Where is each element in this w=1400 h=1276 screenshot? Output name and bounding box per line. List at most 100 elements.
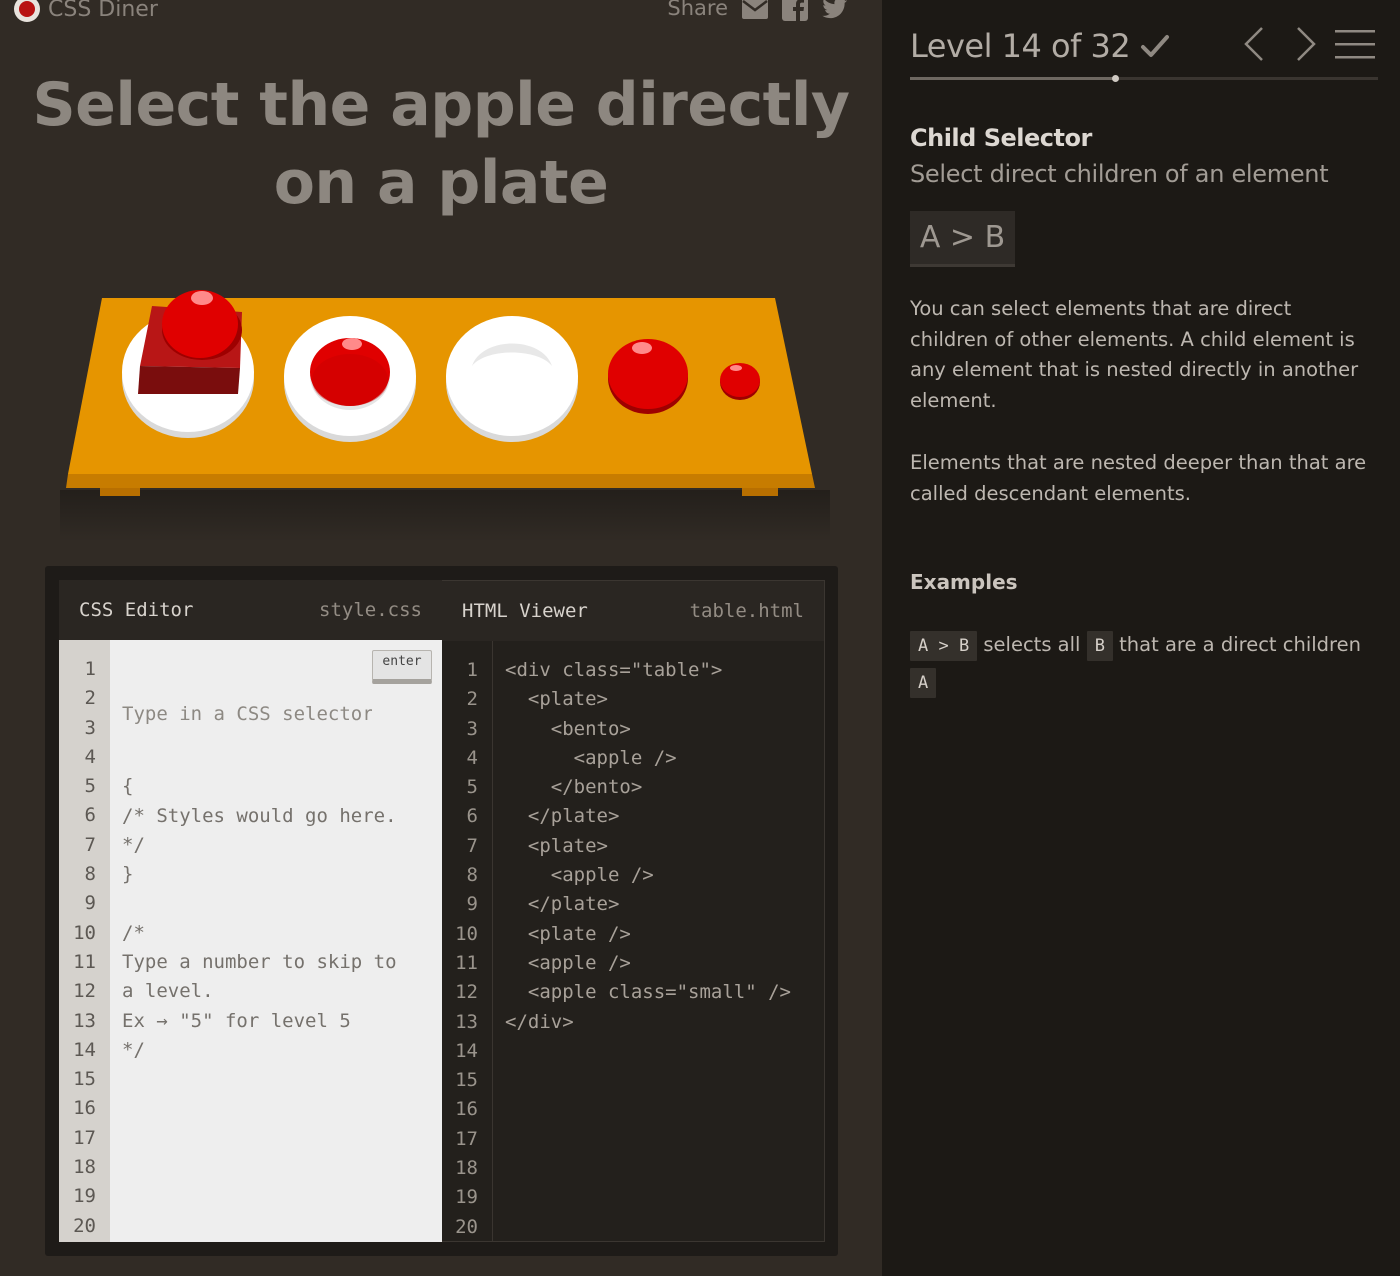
selector-name: Child Selector: [910, 124, 1092, 152]
css-line-numbers: 1 2 3 4 5 6 7 8 9 10 11 12 13 14 15 16 17 18 19 20: [59, 640, 110, 1242]
markup-line[interactable]: <apple class="small" />: [505, 978, 824, 1007]
game-area: CSS Diner Share Select the apple directl…: [0, 0, 882, 1276]
css-code: {/* Styles would go here. */} /* Type a num…: [110, 640, 442, 1242]
line-number: 11: [73, 950, 96, 973]
code-line: }: [122, 863, 134, 886]
example-text: that are a direct children: [1119, 633, 1362, 656]
markup-line[interactable]: <bento>: [505, 715, 824, 744]
css-editor-title: CSS Editor: [79, 599, 194, 621]
line-number: 2: [466, 688, 478, 711]
line-number: 20: [455, 1215, 478, 1238]
html-viewer-filename: table.html: [689, 600, 804, 622]
code-line: /* Styles would go here.: [122, 804, 397, 827]
markup-line[interactable]: </bento>: [505, 773, 824, 802]
markup-line[interactable]: [505, 1066, 824, 1095]
line-number: 17: [73, 1126, 96, 1149]
line-number: 8: [84, 863, 96, 886]
selector-title: Select direct children of an element: [910, 160, 1329, 188]
line-number: 7: [466, 834, 478, 857]
markup-line[interactable]: [505, 1037, 824, 1066]
markup-line[interactable]: </plate>: [505, 802, 824, 831]
example-code: A > B: [910, 630, 978, 661]
line-number: 12: [455, 981, 478, 1004]
html-viewer-header: HTML Viewer table.html: [442, 581, 824, 641]
markup-line[interactable]: </div>: [505, 1008, 824, 1037]
line-number: 19: [73, 1185, 96, 1208]
line-number: 4: [466, 746, 478, 769]
line-number: 10: [455, 922, 478, 945]
app-logo[interactable]: CSS Diner: [14, 0, 158, 24]
markup-line[interactable]: <plate>: [505, 685, 824, 714]
level-header: Level 14 of 32: [910, 24, 1382, 68]
markup-line[interactable]: [505, 1095, 824, 1124]
css-editor: CSS Editor style.css 1 2 3 4 5 6 7 8 9 10 11 12 13 14…: [59, 580, 442, 1242]
line-number: 2: [84, 687, 96, 710]
line-number: 3: [466, 717, 478, 740]
level-progress-marker: [1111, 75, 1119, 82]
example-code: B: [1086, 630, 1113, 661]
html-line-numbers: 1 2 3 4 5 6 7 8 9 10 11 12 13 14 15 16 17 18 19 20: [442, 641, 493, 1241]
markup-line[interactable]: [505, 1213, 824, 1242]
line-number: 14: [73, 1038, 96, 1061]
line-number: 1: [466, 659, 478, 681]
css-selector-input[interactable]: [122, 699, 372, 729]
chevron-left-icon[interactable]: [1240, 24, 1268, 64]
plate-with-bento[interactable]: [122, 286, 258, 446]
markup-line[interactable]: <apple />: [505, 744, 824, 773]
mail-icon[interactable]: [742, 0, 768, 21]
line-number: 5: [466, 776, 478, 799]
level-sidebar: Level 14 of 32 Child Selector Select dir…: [882, 0, 1400, 1276]
share-label: Share: [667, 0, 728, 20]
css-editor-header: CSS Editor style.css: [59, 580, 442, 640]
level-progress-fill: [910, 77, 1115, 80]
line-number: 18: [455, 1157, 478, 1180]
plate-empty[interactable]: [446, 314, 582, 444]
plate-with-apple[interactable]: [284, 314, 420, 444]
code-line: /*: [122, 921, 145, 944]
line-number: 13: [73, 1009, 96, 1032]
apple[interactable]: [606, 336, 690, 416]
markup-line[interactable]: [505, 1125, 824, 1154]
selector-hint: You can select elements that are direct …: [910, 297, 1359, 413]
chevron-right-icon[interactable]: [1292, 24, 1320, 64]
app-name: CSS Diner: [48, 0, 158, 22]
editor-panel: CSS Editor style.css 1 2 3 4 5 6 7 8 9 10 11 12 13 14…: [45, 566, 838, 1256]
examples-heading: Examples: [910, 570, 1018, 594]
logo-icon: [14, 0, 40, 22]
markup-line[interactable]: <plate />: [505, 920, 824, 949]
apple-small[interactable]: [718, 360, 762, 402]
markup-line[interactable]: [505, 1154, 824, 1183]
markup-line[interactable]: <div class="table">: [505, 656, 824, 685]
code-line: */: [122, 833, 145, 856]
code-line: Ex → "5" for level 5: [122, 1009, 351, 1032]
line-number: 12: [73, 980, 96, 1003]
html-code: <div class="table"> <plate> <bento> <app…: [493, 641, 824, 1241]
level-instruction: Select the apple directly on a plate: [32, 70, 850, 218]
code-line: Type a number to skip to: [122, 951, 397, 974]
markup-line[interactable]: [505, 1183, 824, 1212]
line-number: 15: [73, 1068, 96, 1091]
facebook-icon[interactable]: [782, 0, 808, 21]
check-icon: [1140, 31, 1170, 61]
line-number: 9: [84, 892, 96, 915]
selector-hint-secondary: Elements that are nested deeper than tha…: [910, 451, 1367, 505]
markup-line[interactable]: </plate>: [505, 890, 824, 919]
line-number: 14: [455, 1039, 478, 1062]
menu-icon[interactable]: [1334, 24, 1376, 64]
line-number: 16: [73, 1097, 96, 1120]
markup-line[interactable]: <apple />: [505, 949, 824, 978]
twitter-icon[interactable]: [822, 0, 848, 21]
line-number: 4: [84, 745, 96, 768]
line-number: 18: [73, 1156, 96, 1179]
level-progress: [910, 75, 1378, 82]
example-text: selects all: [983, 633, 1081, 656]
enter-button[interactable]: enter: [372, 650, 432, 684]
html-viewer: HTML Viewer table.html 1 2 3 4 5 6 7 8 9 10 11 12 13…: [442, 580, 825, 1242]
markup-line[interactable]: <apple />: [505, 861, 824, 890]
markup-line[interactable]: <plate>: [505, 832, 824, 861]
line-number: 13: [455, 1010, 478, 1033]
